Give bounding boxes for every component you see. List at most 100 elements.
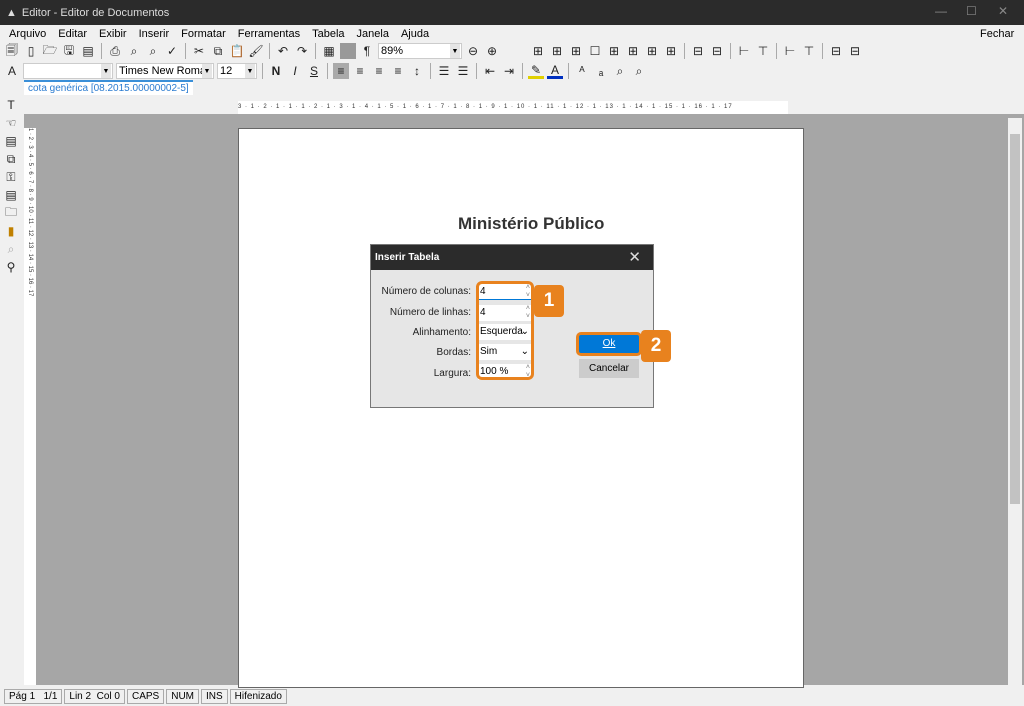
- font-select[interactable]: Times New Roman ▼: [116, 63, 214, 79]
- redo-icon[interactable]: ↷: [294, 43, 310, 59]
- horizontal-ruler[interactable]: 3 · 1 · 2 · 1 · 1 · 1 · 2 · 1 · 3 · 1 · …: [238, 101, 788, 114]
- print-preview-icon[interactable]: ⌕: [126, 43, 142, 59]
- insert-table-dialog: Inserir Tabela ✕ Número de colunas: 4 ˄ ˅ …: [370, 244, 671, 408]
- rows-label: Número de linhas:: [389, 307, 471, 318]
- style-select[interactable]: ▼: [23, 63, 113, 79]
- list-icon[interactable]: ▤: [3, 187, 19, 203]
- close-button[interactable]: ✕: [998, 4, 1008, 18]
- print-icon[interactable]: ⎙: [107, 43, 123, 59]
- highlight-icon[interactable]: ✎: [528, 63, 544, 79]
- split-cells-icon[interactable]: ⊟: [709, 43, 725, 59]
- menu-janela[interactable]: Janela: [357, 28, 389, 40]
- fechar-button[interactable]: Fechar: [980, 28, 1014, 40]
- find-icon[interactable]: ⌕: [612, 63, 628, 79]
- menu-formatar[interactable]: Formatar: [181, 28, 226, 40]
- status-caps: CAPS: [126, 688, 165, 704]
- document-tabs: cota genérica [08.2015.00000002-5]: [24, 80, 193, 95]
- insert-row-icon[interactable]: ⊢: [736, 43, 752, 59]
- status-line-col: Lin 2 Col 0: [64, 688, 125, 704]
- vertical-ruler[interactable]: 1 · 2 · 3 · 4 · 5 · 6 · 7 · 8 · 9 · 10 ·…: [24, 128, 36, 685]
- table-props-icon[interactable]: ⊟: [847, 43, 863, 59]
- image-icon[interactable]: [340, 43, 356, 59]
- line-spacing-icon[interactable]: ↕: [409, 63, 425, 79]
- italic-button[interactable]: I: [287, 63, 303, 79]
- new-document-icon[interactable]: ▯: [23, 43, 39, 59]
- align-cell-icon[interactable]: ⊤: [801, 43, 817, 59]
- menu-ferramentas[interactable]: Ferramentas: [238, 28, 300, 40]
- table-grid-icon[interactable]: ⊞: [549, 43, 565, 59]
- lock-icon[interactable]: ⚿: [3, 169, 19, 185]
- preview-icon[interactable]: ⌕: [145, 43, 161, 59]
- format-painter-icon[interactable]: 🖌: [248, 43, 264, 59]
- justify-icon[interactable]: ≡: [390, 63, 406, 79]
- table-border-icon[interactable]: ☐: [587, 43, 603, 59]
- document-header: Ministério Público: [458, 214, 605, 233]
- menu-editar[interactable]: Editar: [58, 28, 87, 40]
- scroll-thumb[interactable]: [1010, 134, 1020, 504]
- text-tool-icon[interactable]: T: [3, 97, 19, 113]
- font-size-select[interactable]: 12 ▼: [217, 63, 257, 79]
- bullet-list-icon[interactable]: ☰: [436, 63, 452, 79]
- step-badge-2: 2: [641, 330, 671, 362]
- table-grid-icon[interactable]: ⊞: [568, 43, 584, 59]
- superscript-icon[interactable]: ᴬ: [574, 63, 590, 79]
- table-props-icon[interactable]: ⊟: [828, 43, 844, 59]
- vertical-scrollbar[interactable]: [1008, 118, 1022, 685]
- merge-cells-icon[interactable]: ⊟: [690, 43, 706, 59]
- numbered-list-icon[interactable]: ☰: [455, 63, 471, 79]
- table-icon[interactable]: ▦: [321, 43, 337, 59]
- zoom-in-icon[interactable]: ⊕: [484, 43, 500, 59]
- save-as-icon[interactable]: 🖫: [61, 43, 77, 59]
- save-icon[interactable]: ▤: [80, 43, 96, 59]
- menu-tabela[interactable]: Tabela: [312, 28, 344, 40]
- bold-button[interactable]: N: [268, 63, 284, 79]
- copy-field-icon[interactable]: ⧉: [3, 151, 19, 167]
- spellcheck-icon[interactable]: ✓: [164, 43, 180, 59]
- cancel-button[interactable]: Cancelar: [579, 359, 639, 378]
- font-color-icon[interactable]: A: [547, 63, 563, 79]
- align-center-icon[interactable]: ≡: [352, 63, 368, 79]
- hand-icon[interactable]: ☜: [3, 115, 19, 131]
- insert-col-icon[interactable]: ⊤: [755, 43, 771, 59]
- pilcrow-icon[interactable]: ¶: [359, 43, 375, 59]
- menu-ajuda[interactable]: Ajuda: [401, 28, 429, 40]
- document-page[interactable]: Ministério Público: [238, 128, 804, 688]
- zoom-select[interactable]: 89% ▼: [378, 43, 462, 59]
- subscript-icon[interactable]: ₐ: [593, 63, 609, 79]
- maximize-button[interactable]: ☐: [966, 4, 977, 18]
- menu-inserir[interactable]: Inserir: [139, 28, 170, 40]
- copy-icon[interactable]: ⧉: [210, 43, 226, 59]
- align-left-icon[interactable]: ≡: [333, 63, 349, 79]
- table-grid-icon[interactable]: ⊞: [606, 43, 622, 59]
- cut-icon[interactable]: ✂: [191, 43, 207, 59]
- new-from-template-icon[interactable]: 🗐: [4, 43, 20, 59]
- tab-document[interactable]: cota genérica [08.2015.00000002-5]: [24, 80, 193, 95]
- menu-exibir[interactable]: Exibir: [99, 28, 127, 40]
- indent-icon[interactable]: ⇥: [501, 63, 517, 79]
- styles-icon[interactable]: A: [4, 63, 20, 79]
- table-grid-icon[interactable]: ⊞: [663, 43, 679, 59]
- open-icon[interactable]: 🗁: [42, 43, 58, 59]
- table-grid-icon[interactable]: ⊞: [625, 43, 641, 59]
- underline-button[interactable]: S: [306, 63, 322, 79]
- columns-label: Número de colunas:: [381, 286, 472, 297]
- table-grid-icon[interactable]: ⊞: [530, 43, 546, 59]
- menu-arquivo[interactable]: Arquivo: [9, 28, 46, 40]
- minimize-button[interactable]: —: [935, 4, 947, 18]
- note-icon[interactable]: ▮: [3, 223, 19, 239]
- field-icon[interactable]: ▤: [3, 133, 19, 149]
- outdent-icon[interactable]: ⇤: [482, 63, 498, 79]
- disabled-icon[interactable]: ⌕: [3, 241, 19, 257]
- dialog-close-icon[interactable]: ✕: [628, 248, 641, 266]
- status-hyphenation: Hifenizado: [229, 688, 287, 704]
- paste-icon[interactable]: 📋: [229, 43, 245, 59]
- zoom-out-icon[interactable]: ⊖: [465, 43, 481, 59]
- highlight-fields: [476, 281, 534, 380]
- folder-icon[interactable]: 🗀: [3, 205, 19, 221]
- align-cell-icon[interactable]: ⊢: [782, 43, 798, 59]
- undo-icon[interactable]: ↶: [275, 43, 291, 59]
- replace-icon[interactable]: ⌕: [631, 63, 647, 79]
- paint-icon[interactable]: ⚲: [3, 259, 19, 275]
- table-grid-icon[interactable]: ⊞: [644, 43, 660, 59]
- align-right-icon[interactable]: ≡: [371, 63, 387, 79]
